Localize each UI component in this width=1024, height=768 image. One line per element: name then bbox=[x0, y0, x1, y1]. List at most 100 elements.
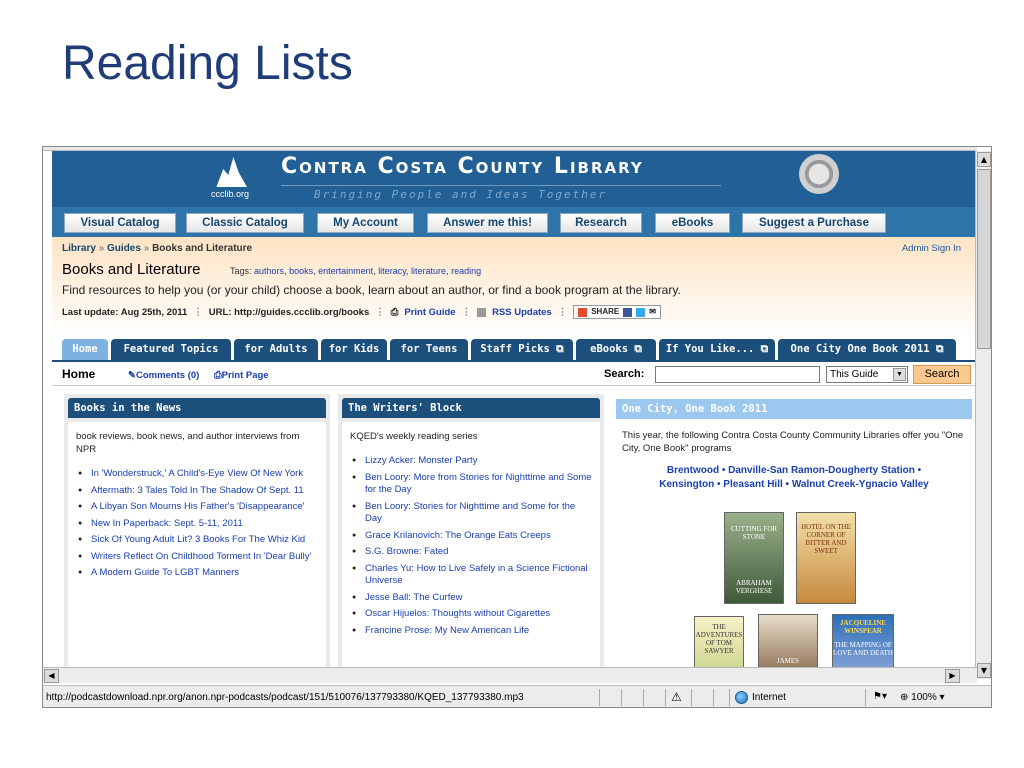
page-toolbar: Home ✎Comments (0) ⎙Print Page Search: T… bbox=[52, 364, 977, 386]
list-item[interactable]: New In Paperback: Sept. 5-11, 2011 bbox=[76, 518, 318, 531]
printer-icon: ⎙ bbox=[214, 370, 222, 381]
logo-mountain-icon bbox=[216, 157, 247, 187]
vertical-scrollbar[interactable]: ▲ ▼ bbox=[975, 151, 991, 679]
tag-link[interactable]: literacy bbox=[378, 266, 406, 276]
meta-divider: ⋮ bbox=[375, 306, 385, 318]
rss-updates-link[interactable]: RSS Updates bbox=[492, 307, 552, 318]
search-input[interactable] bbox=[655, 366, 820, 383]
tab-staff-picks[interactable]: Staff Picks ⧉ bbox=[471, 339, 573, 361]
status-divider bbox=[729, 689, 730, 706]
list-item[interactable]: Charles Yu: How to Live Safely in a Scie… bbox=[350, 563, 592, 588]
nav-ebooks[interactable]: eBooks bbox=[655, 213, 730, 233]
list-item[interactable]: Aftermath: 3 Tales Told In The Shadow Of… bbox=[76, 485, 318, 498]
library-logo[interactable]: ccclib.org bbox=[199, 155, 261, 203]
list-item[interactable]: A Libyan Son Mourns His Father's 'Disapp… bbox=[76, 501, 318, 514]
scroll-left-icon[interactable]: ◀ bbox=[44, 669, 59, 683]
list-item[interactable]: Sick Of Young Adult Lit? 3 Books For The… bbox=[76, 534, 318, 547]
tab-one-city-one-book[interactable]: One City One Book 2011 ⧉ bbox=[778, 339, 956, 361]
tag-link[interactable]: books bbox=[289, 266, 313, 276]
comments-link[interactable]: ✎Comments (0) bbox=[128, 370, 199, 381]
top-navigation: Visual Catalog Classic Catalog My Accoun… bbox=[52, 207, 977, 237]
book-cover[interactable]: CUTTING FOR STONE ABRAHAM VERGHESE bbox=[724, 512, 784, 604]
scroll-down-icon[interactable]: ▼ bbox=[977, 663, 991, 678]
browser-viewport: ccclib.org Contra Costa County Library B… bbox=[52, 151, 977, 675]
list-item[interactable]: Grace Krilanovich: The Orange Eats Creep… bbox=[350, 530, 592, 543]
tab-for-kids[interactable]: for Kids bbox=[321, 339, 387, 361]
box-body: KQED's weekly reading series Lizzy Acker… bbox=[342, 422, 600, 675]
list-item[interactable]: In 'Wonderstruck,' A Child's-Eye View Of… bbox=[76, 468, 318, 481]
list-item[interactable]: Ben Loory: Stories for Nighttime and Som… bbox=[350, 501, 592, 526]
share-button[interactable]: SHARE ✉ bbox=[573, 305, 661, 319]
protected-mode-icon[interactable]: ⚑▾ bbox=[873, 691, 887, 702]
breadcrumb-library[interactable]: Library bbox=[62, 243, 96, 254]
writers-block-box: The Writers' Block KQED's weekly reading… bbox=[338, 394, 604, 675]
nav-visual-catalog[interactable]: Visual Catalog bbox=[64, 213, 176, 233]
status-divider bbox=[691, 689, 692, 706]
admin-sign-in-link[interactable]: Admin Sign In bbox=[902, 243, 961, 254]
guide-meta: Last update: Aug 25th, 2011 ⋮ URL: http:… bbox=[62, 305, 661, 319]
book-title: THE ADVENTURES OF TOM SAWYER bbox=[695, 623, 743, 655]
breadcrumb-guides[interactable]: Guides bbox=[107, 243, 141, 254]
tag-link[interactable]: entertainment bbox=[318, 266, 373, 276]
book-title: HOTEL ON THE CORNER OF BITTER AND SWEET bbox=[801, 523, 851, 555]
scroll-up-icon[interactable]: ▲ bbox=[977, 152, 991, 167]
rss-icon bbox=[477, 307, 487, 317]
share-icon bbox=[578, 307, 588, 317]
privacy-icon[interactable]: ⚠ bbox=[671, 690, 682, 704]
list-item[interactable]: Jesse Ball: The Curfew bbox=[350, 592, 592, 605]
chevron-down-icon: ▼ bbox=[893, 368, 906, 381]
list-item[interactable]: Francine Prose: My New American Life bbox=[350, 625, 592, 638]
print-guide-link[interactable]: Print Guide bbox=[404, 307, 455, 318]
twitter-icon bbox=[636, 307, 646, 317]
facebook-icon bbox=[623, 307, 633, 317]
nav-my-account[interactable]: My Account bbox=[317, 213, 414, 233]
cities-line[interactable]: Brentwood • Danville-San Ramon-Dougherty… bbox=[622, 464, 966, 478]
box-intro: book reviews, book news, and author inte… bbox=[76, 431, 300, 455]
list-item[interactable]: Oscar Hijuelos: Thoughts without Cigaret… bbox=[350, 608, 592, 621]
tab-for-adults[interactable]: for Adults bbox=[234, 339, 318, 361]
book-cover[interactable]: JACQUELINE WINSPEAR THE MAPPING OF LOVE … bbox=[832, 614, 894, 675]
status-bar: http://podcastdownload.npr.org/anon.npr-… bbox=[43, 685, 991, 707]
scroll-right-icon[interactable]: ▶ bbox=[945, 669, 960, 683]
tab-ebooks[interactable]: eBooks ⧉ bbox=[576, 339, 656, 361]
list-item[interactable]: A Modern Guide To LGBT Manners bbox=[76, 567, 318, 580]
last-update: Last update: Aug 25th, 2011 bbox=[62, 306, 188, 318]
books-in-news-box: Books in the News book reviews, book new… bbox=[64, 394, 330, 675]
globe-icon bbox=[735, 691, 748, 704]
book-title: CUTTING FOR STONE bbox=[730, 525, 778, 541]
participating-cities[interactable]: Brentwood • Danville-San Ramon-Dougherty… bbox=[622, 464, 966, 492]
guide-tags: Tags: authors, books, entertainment, lit… bbox=[230, 266, 482, 276]
cities-line[interactable]: Kensington • Pleasant Hill • Walnut Cree… bbox=[622, 478, 966, 492]
zone-label: Internet bbox=[752, 692, 786, 703]
print-page-link[interactable]: ⎙Print Page bbox=[214, 370, 269, 381]
email-icon: ✉ bbox=[649, 307, 656, 316]
tab-if-you-like[interactable]: If You Like... ⧉ bbox=[659, 339, 775, 361]
tag-link[interactable]: literature bbox=[411, 266, 446, 276]
nav-research[interactable]: Research bbox=[560, 213, 642, 233]
book-title: JAMES bbox=[776, 657, 800, 665]
guide-url: URL: http://guides.ccclib.org/books bbox=[208, 306, 370, 318]
tab-home[interactable]: Home bbox=[62, 339, 108, 361]
list-item[interactable]: S.G. Browne: Fated bbox=[350, 546, 592, 559]
list-item[interactable]: Lizzy Acker: Monster Party bbox=[350, 455, 592, 468]
scroll-thumb[interactable] bbox=[977, 169, 991, 349]
nav-answer-me-this[interactable]: Answer me this! bbox=[427, 213, 548, 233]
nav-suggest-purchase[interactable]: Suggest a Purchase bbox=[742, 213, 886, 233]
list-item[interactable]: Writers Reflect On Childhood Torment In … bbox=[76, 551, 318, 564]
book-cover[interactable]: HOTEL ON THE CORNER OF BITTER AND SWEET bbox=[796, 512, 856, 604]
book-cover[interactable]: JAMES bbox=[758, 614, 818, 675]
nav-classic-catalog[interactable]: Classic Catalog bbox=[186, 213, 304, 233]
search-button[interactable]: Search bbox=[913, 365, 971, 384]
tab-featured-topics[interactable]: Featured Topics bbox=[111, 339, 231, 361]
comments-label: Comments (0) bbox=[135, 370, 200, 381]
browser-screenshot: ccclib.org Contra Costa County Library B… bbox=[42, 146, 992, 708]
title-divider bbox=[281, 185, 721, 186]
search-scope-select[interactable]: This Guide ▼ bbox=[826, 366, 908, 383]
list-item[interactable]: Ben Loory: More from Stories for Nightti… bbox=[350, 472, 592, 497]
meta-divider: ⋮ bbox=[193, 306, 203, 318]
tab-for-teens[interactable]: for Teens bbox=[390, 339, 468, 361]
horizontal-scrollbar[interactable]: ◀ ▶ bbox=[43, 667, 977, 683]
tag-link[interactable]: reading bbox=[451, 266, 481, 276]
zoom-control[interactable]: ⊕ 100% ▾ bbox=[900, 692, 945, 703]
tag-link[interactable]: authors bbox=[254, 266, 284, 276]
